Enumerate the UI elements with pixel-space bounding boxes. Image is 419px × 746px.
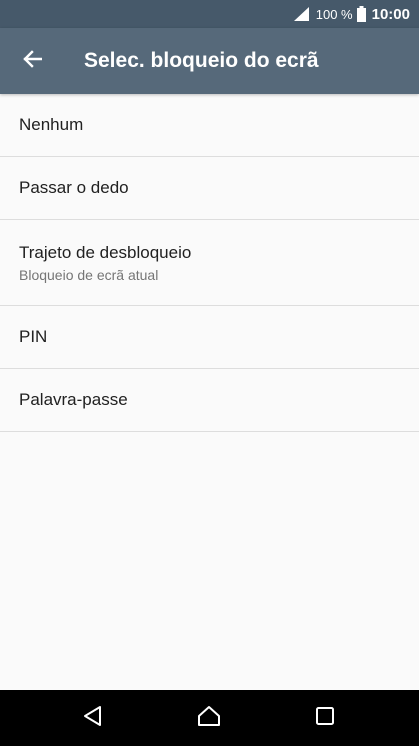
app-bar: Selec. bloqueio do ecrã <box>0 28 419 94</box>
option-title: Trajeto de desbloqueio <box>19 242 192 262</box>
page-title: Selec. bloqueio do ecrã <box>84 49 319 72</box>
navigation-bar <box>0 690 419 746</box>
option-pin[interactable]: PIN <box>0 306 419 369</box>
nav-back-button[interactable] <box>63 690 123 746</box>
option-title: PIN <box>19 327 48 346</box>
option-none[interactable]: Nenhum <box>0 94 419 157</box>
option-pattern[interactable]: Trajeto de desbloqueio Bloqueio de ecrã … <box>0 220 419 306</box>
home-icon <box>197 705 221 732</box>
option-title: Nenhum <box>19 115 84 134</box>
nav-home-button[interactable] <box>179 690 239 746</box>
battery-percent: 100 % <box>315 6 353 22</box>
nav-recent-apps-button[interactable] <box>295 690 355 746</box>
back-button[interactable] <box>0 28 64 94</box>
option-title: Passar o dedo <box>19 178 129 197</box>
option-password[interactable]: Palavra-passe <box>0 369 419 432</box>
status-time: 10:00 <box>371 5 410 23</box>
signal-icon <box>292 6 310 22</box>
option-swipe[interactable]: Passar o dedo <box>0 157 419 220</box>
option-title: Palavra-passe <box>19 390 128 409</box>
lock-options-list: Nenhum Passar o dedo Trajeto de desbloqu… <box>0 94 419 432</box>
option-subtitle: Bloqueio de ecrã atual <box>19 266 159 283</box>
recent-apps-icon <box>315 706 335 731</box>
status-bar: 100 % 10:00 <box>0 0 419 28</box>
arrow-left-icon <box>22 49 43 73</box>
back-triangle-icon <box>83 705 103 732</box>
battery-icon <box>356 6 366 22</box>
